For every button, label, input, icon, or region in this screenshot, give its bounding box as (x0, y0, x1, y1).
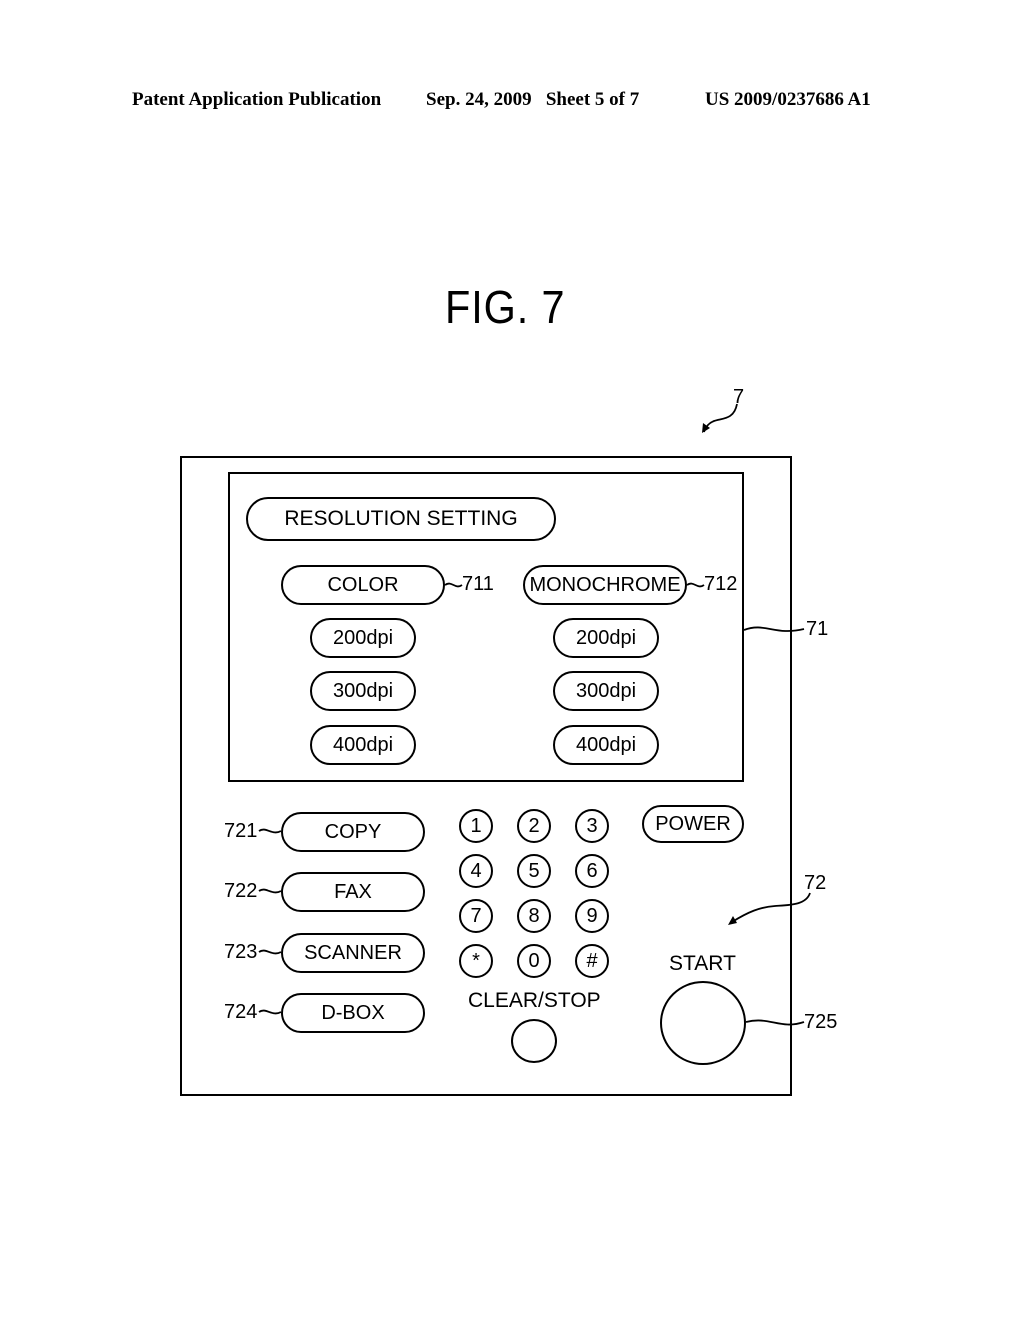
key-8[interactable]: 8 (517, 899, 551, 933)
color-mode-button[interactable]: COLOR (281, 565, 445, 605)
key-4[interactable]: 4 (459, 854, 493, 888)
mono-200dpi-button[interactable]: 200dpi (553, 618, 659, 658)
ref-dbox: 724 (224, 1001, 258, 1023)
date-sheet-label: Sep. 24, 2009 Sheet 5 of 7 (426, 89, 640, 110)
power-button[interactable]: POWER (642, 805, 744, 843)
ref-monochrome: 712 (704, 573, 738, 595)
mono-400dpi-button[interactable]: 400dpi (553, 725, 659, 765)
key-star[interactable]: * (459, 944, 493, 978)
dbox-button[interactable]: D-BOX (281, 993, 425, 1033)
figure-title: FIG. 7 (445, 281, 566, 333)
arrowhead-7 (702, 423, 710, 433)
color-200dpi-button[interactable]: 200dpi (310, 618, 416, 658)
key-9[interactable]: 9 (575, 899, 609, 933)
scanner-button[interactable]: SCANNER (281, 933, 425, 973)
key-3[interactable]: 3 (575, 809, 609, 843)
color-300dpi-button[interactable]: 300dpi (310, 671, 416, 711)
publication-label: Patent Application Publication (132, 89, 382, 110)
key-0[interactable]: 0 (517, 944, 551, 978)
clear-stop-label: CLEAR/STOP (468, 989, 601, 1012)
key-6[interactable]: 6 (575, 854, 609, 888)
clear-stop-button[interactable] (511, 1019, 557, 1063)
ref-scanner: 723 (224, 941, 258, 963)
key-5[interactable]: 5 (517, 854, 551, 888)
mono-300dpi-button[interactable]: 300dpi (553, 671, 659, 711)
start-label: START (669, 952, 736, 975)
copy-button[interactable]: COPY (281, 812, 425, 852)
ref-copy: 721 (224, 820, 258, 842)
ref-fax: 722 (224, 880, 258, 902)
ref-color: 711 (462, 573, 494, 595)
patent-number: US 2009/0237686 A1 (705, 89, 871, 110)
resolution-setting-title: RESOLUTION SETTING (246, 497, 556, 541)
color-400dpi-button[interactable]: 400dpi (310, 725, 416, 765)
key-hash[interactable]: # (575, 944, 609, 978)
key-7[interactable]: 7 (459, 899, 493, 933)
ref-device: 7 (733, 386, 745, 408)
start-button[interactable] (660, 981, 746, 1065)
key-1[interactable]: 1 (459, 809, 493, 843)
ref-display: 71 (806, 618, 829, 640)
key-2[interactable]: 2 (517, 809, 551, 843)
monochrome-mode-button[interactable]: MONOCHROME (523, 565, 687, 605)
ref-start: 725 (804, 1011, 838, 1033)
ref-panel: 72 (804, 872, 827, 894)
fax-button[interactable]: FAX (281, 872, 425, 912)
